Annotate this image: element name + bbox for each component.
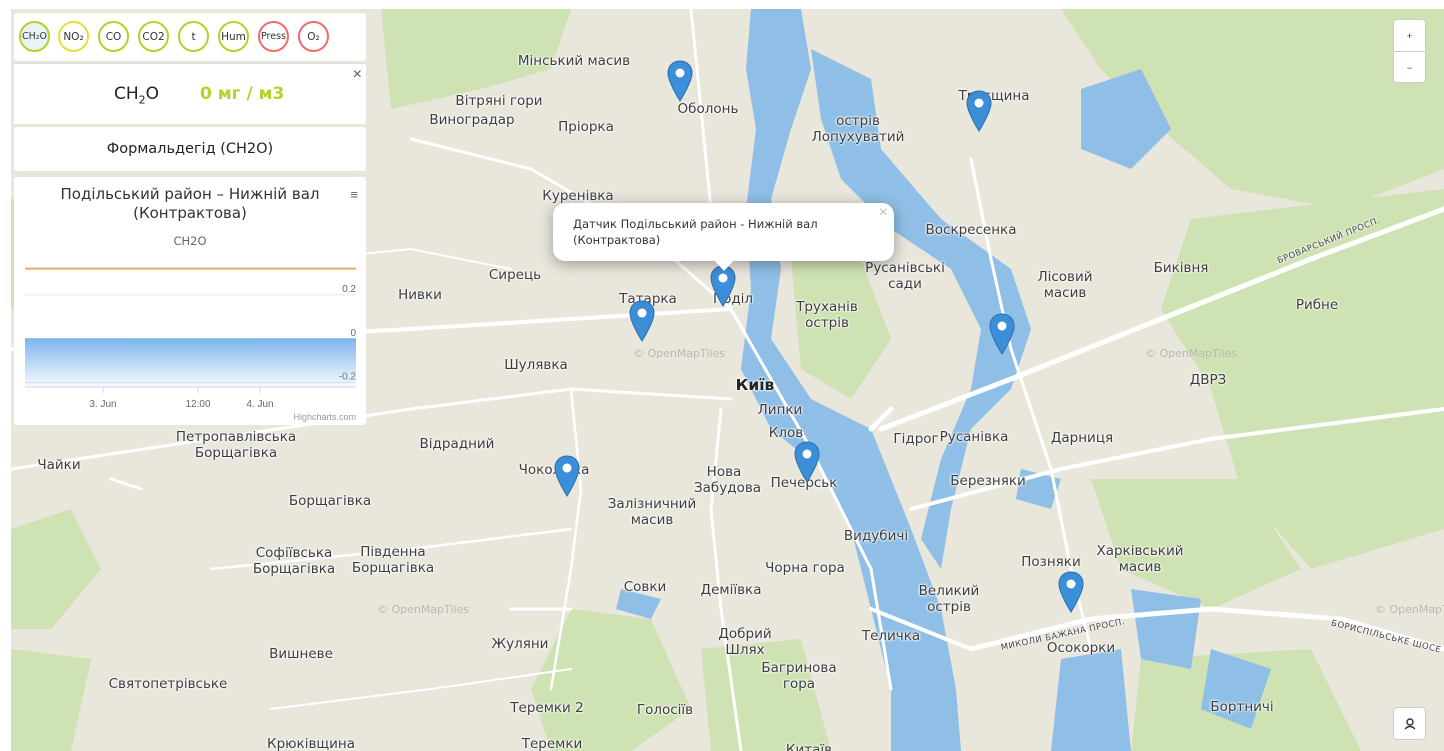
map-label-chaiky: Чайки [37, 457, 81, 473]
sensor-marker-pechersk[interactable] [794, 441, 820, 483]
map-label-nova-zabudova: Нова Забудова [694, 464, 762, 496]
map-label-darnytsia: Дарниця [1050, 430, 1114, 446]
sensor-marker-pozniaky[interactable] [1058, 571, 1084, 613]
map-label-vydubychi: Видубичі [843, 528, 909, 544]
sensor-button-2[interactable]: CO [98, 21, 129, 52]
y-tick-label: 0 [350, 328, 356, 339]
sensor-button-0[interactable]: CH₂O [19, 21, 50, 52]
pollutant-formula: CH2O [114, 84, 160, 107]
map-label-nyvky: Нивки [398, 287, 442, 303]
map-label-zaliznychnyi-masyv: Залізничний масив [607, 496, 697, 528]
x-tick-label: 4. Jun [246, 399, 273, 410]
map-attribution: © OpenMapTiles [1144, 347, 1238, 360]
popup-tip [713, 259, 735, 271]
map-label-rusanivski-sady: Русанівські сади [865, 260, 945, 292]
sensor-button-1[interactable]: NO₂ [58, 21, 89, 52]
zoom-control: + − [1393, 19, 1426, 83]
map-label-lypky: Липки [757, 402, 803, 418]
x-tick-label: 3. Jun [89, 399, 116, 410]
map-label-zhuliany: Жуляни [491, 636, 549, 652]
map-label-vynohradar: Виноградар [429, 112, 515, 128]
map-label-voskresenka: Воскресенка [925, 222, 1017, 238]
map-label-pozniaky: Позняки [1021, 554, 1081, 570]
map-label-holosiiv: Голосіїв [636, 702, 694, 718]
map-label-ostriv-lopukhuvatyi: острів Лопухуватий [811, 113, 905, 145]
map-label-kyiv: Київ [735, 376, 775, 394]
sensor-button-3[interactable]: CO2 [138, 21, 169, 52]
map-label-bykivnia: Биківня [1153, 260, 1209, 276]
location-icon [1404, 717, 1415, 730]
map-label-obolon: Оболонь [677, 101, 739, 117]
sensor-marker-obolon[interactable] [667, 60, 693, 102]
map-label-syrets: Сирець [488, 267, 542, 283]
chart-menu-icon[interactable]: ≡ [350, 187, 358, 202]
map-attribution: © OpenMapTiles [1374, 603, 1444, 616]
map-label-demiivka: Деміївка [700, 582, 762, 598]
current-value-panel: CH2O 0 мг / м3 × [14, 63, 366, 124]
map-label-sviatopetrivske: Святопетрівське [108, 676, 228, 692]
sensor-popup: Датчик Подільський район - Нижній вал (К… [553, 203, 894, 261]
map-label-velykyi-ostriv: Великий острів [918, 583, 980, 615]
map-label-berezniaky: Березняки [950, 473, 1026, 489]
current-reading: 0 мг / м3 [200, 84, 285, 104]
map-label-teremky: Теремки [521, 736, 583, 751]
map-label-bortnychi: Бортничі [1210, 699, 1274, 715]
chart-credits: Highcharts.com [293, 412, 356, 422]
map-label-chorna-hora: Чорна гора [765, 560, 845, 576]
map-attribution: © OpenMapTiles [376, 603, 470, 616]
sensor-button-4[interactable]: t [178, 21, 209, 52]
map-label-trukhaniv-ostriv: Труханів острів [796, 299, 858, 331]
sensor-marker-tatarka[interactable] [629, 300, 655, 342]
map-label-klov: Клов [768, 425, 804, 441]
sensor-marker-podil[interactable] [710, 265, 736, 307]
map-label-kharkivskyi-masyv: Харківський масив [1096, 543, 1184, 575]
map-label-hidroh: Гідрог [893, 431, 939, 447]
map-label-minskyi-masyv: Мінський масив [517, 53, 631, 69]
chart-title: Подільський район – Нижній вал (Контракт… [60, 185, 320, 222]
popup-close-button[interactable]: × [879, 204, 888, 222]
map-label-sovky: Совки [623, 579, 667, 595]
sensor-marker-darnytskyi[interactable] [989, 313, 1015, 355]
sensor-button-6[interactable]: Press [258, 21, 289, 52]
map-attribution: © OpenMapTiles [632, 347, 726, 360]
map-label-kriukivshchyna: Крюківщина [267, 736, 355, 751]
map-label-priorka: Пріорка [558, 119, 614, 135]
map-label-pivdenna-borshchahivka: Південна Борщагівка [351, 544, 435, 576]
map-label-sofiivska-borshchahivka: Софіївська Борщагівка [252, 545, 336, 577]
map-label-rusanivka: Русанівка [939, 429, 1009, 445]
map-label-vyshneve: Вишневе [269, 646, 333, 662]
locate-button[interactable] [1393, 707, 1426, 740]
plus-icon: + [1406, 30, 1413, 41]
zoom-in-button[interactable]: + [1394, 20, 1425, 52]
map-label-vitriani-hory: Вітряні гори [455, 93, 543, 109]
map-label-kurenivka: Куренівка [542, 188, 614, 204]
sensor-button-5[interactable]: Hum [218, 21, 249, 52]
map-label-dobryi-shliakh: Добрий Шлях [718, 626, 772, 658]
sensor-button-7[interactable]: O₂ [298, 21, 329, 52]
zoom-out-button[interactable]: − [1394, 52, 1425, 83]
sensor-selector: CH₂O NO₂ CO CO2 t Hum Press O₂ [14, 13, 366, 61]
chart-subtitle: CH2O [173, 234, 207, 248]
map-label-shuliavka: Шулявка [504, 357, 568, 373]
map-label-vidradnyi: Відрадний [419, 436, 495, 452]
sensor-marker-chokolivka[interactable] [554, 455, 580, 497]
y-tick-label: 0.2 [342, 284, 356, 295]
map-label-telychka: Теличка [861, 628, 921, 644]
map-label-lisovyi-masyv: Лісовий масив [1037, 269, 1093, 301]
sensor-marker-troieshchyna[interactable] [966, 90, 992, 132]
map-label-dvrz: ДВРЗ [1189, 372, 1227, 388]
map-label-teremky-2: Теремки 2 [510, 700, 584, 716]
popup-text: Датчик Подільський район - Нижній вал (К… [573, 217, 818, 247]
map-label-bahrynova-hora: Багринова гора [761, 660, 837, 692]
close-panel-button[interactable]: × [353, 66, 362, 84]
map-label-rybne: Рибне [1295, 297, 1339, 313]
map-label-petropavlivska-borshchahivka: Петропавлівська Борщагівка [175, 429, 297, 461]
sensor-chart: 0.20-0.23. Jun12:004. JunHighcharts.com … [14, 177, 366, 425]
map-label-kytaiv: Китаїв [785, 742, 833, 751]
minus-icon: − [1406, 62, 1413, 73]
pollutant-name: Формальдегід (CH2O) [14, 127, 366, 171]
series-area-ch2o [25, 338, 356, 387]
map-label-borshchahivka: Борщагівка [288, 493, 372, 509]
x-tick-label: 12:00 [185, 399, 210, 410]
